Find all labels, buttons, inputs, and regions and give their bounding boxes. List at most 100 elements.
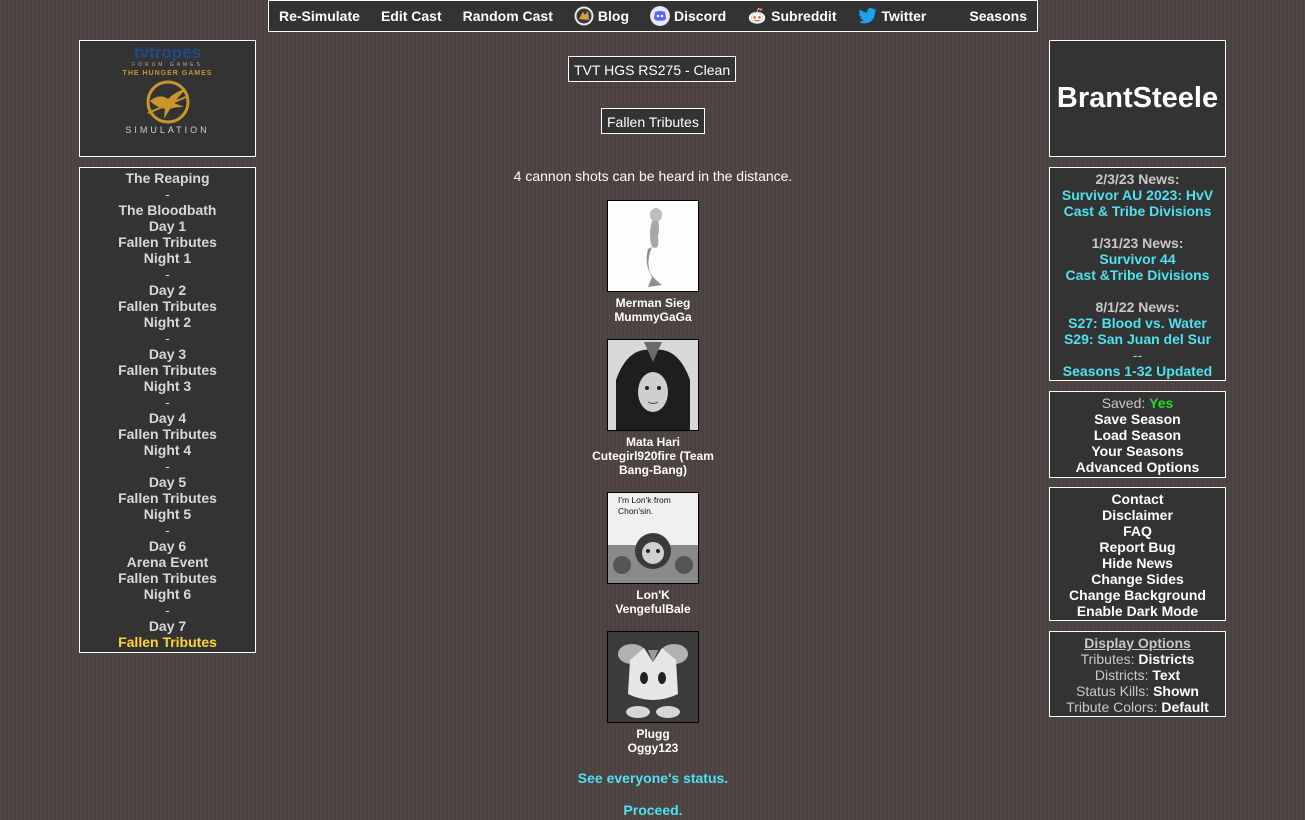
blog-icon — [574, 6, 594, 26]
display-option-row: Districts: Text — [1050, 667, 1225, 683]
twitter-link[interactable]: Twitter — [857, 6, 927, 26]
resimulate-label: Re-Simulate — [279, 8, 360, 24]
blog-label: Blog — [597, 8, 629, 24]
left-nav-item[interactable]: Day 1 — [80, 218, 255, 234]
option-value[interactable]: Default — [1161, 699, 1208, 715]
tribute-card: Merman Sieg MummyGaGa — [270, 200, 1036, 324]
brand-logo[interactable]: BrantSteele — [1049, 40, 1226, 157]
left-nav-item[interactable]: Night 5 — [80, 506, 255, 522]
left-nav-item[interactable]: The Reaping — [80, 170, 255, 186]
save-season-link[interactable]: Save Season — [1050, 411, 1225, 427]
left-nav-item[interactable]: Night 6 — [80, 586, 255, 602]
change-sides-link[interactable]: Change Sides — [1050, 571, 1225, 587]
tribute-portrait — [607, 631, 699, 723]
proceed-link[interactable]: Proceed. — [270, 802, 1036, 818]
hunger-games-text: THE HUNGER GAMES — [122, 70, 213, 77]
mata-hari-portrait-image — [608, 340, 698, 430]
left-nav-item[interactable]: Day 6 — [80, 538, 255, 554]
tribute-card: Plugg Oggy123 — [270, 631, 1036, 755]
tribute-name: Mata Hari — [625, 435, 681, 449]
faq-link[interactable]: FAQ — [1050, 523, 1225, 539]
tribute-portrait — [607, 339, 699, 431]
enable-dark-mode-link[interactable]: Enable Dark Mode — [1050, 603, 1225, 619]
left-nav-item[interactable]: Day 5 — [80, 474, 255, 490]
tribute-card: I'm Lon'k from Chon'sin. Lon'K VengefulB… — [270, 492, 1036, 616]
left-nav-item[interactable]: Night 1 — [80, 250, 255, 266]
reddit-icon — [748, 8, 766, 24]
tribute-player: MummyGaGa — [614, 310, 692, 324]
nav-separator: - — [165, 458, 170, 474]
change-background-link[interactable]: Change Background — [1050, 587, 1225, 603]
seasons-link[interactable]: Seasons — [969, 8, 1027, 24]
news-link[interactable]: Seasons 1-32 Updated — [1050, 363, 1225, 379]
left-nav-item[interactable]: Arena Event — [80, 554, 255, 570]
mockingjay-icon — [146, 80, 189, 124]
edit-cast-label: Edit Cast — [380, 8, 442, 24]
display-option-row: Tributes: Districts — [1050, 651, 1225, 667]
left-nav-item[interactable]: Fallen Tributes — [80, 634, 255, 650]
tribute-card: Mata Hari Cutegirl920fire (Team Bang-Ban… — [270, 339, 1036, 477]
report-bug-link[interactable]: Report Bug — [1050, 539, 1225, 555]
see-status-link[interactable]: See everyone's status. — [270, 770, 1036, 786]
news-link[interactable]: Cast & Tribe Divisions — [1050, 203, 1225, 219]
option-label: Districts: — [1094, 667, 1149, 683]
disclaimer-link[interactable]: Disclaimer — [1050, 507, 1225, 523]
twitter-label: Twitter — [881, 8, 927, 24]
left-nav-item[interactable]: The Bloodbath — [80, 202, 255, 218]
your-seasons-link[interactable]: Your Seasons — [1050, 443, 1225, 459]
left-nav-item[interactable]: Fallen Tributes — [80, 490, 255, 506]
seasons-label: Seasons — [969, 8, 1027, 24]
nav-separator: - — [165, 330, 170, 346]
hide-news-link[interactable]: Hide News — [1050, 555, 1225, 571]
top-nav: Re-Simulate Edit Cast Random Cast Blog D… — [268, 0, 1038, 32]
forum-games-text: FORUM GAMES — [132, 62, 203, 68]
left-nav-item[interactable]: Fallen Tributes — [80, 362, 255, 378]
left-nav-item[interactable]: Night 2 — [80, 314, 255, 330]
left-nav-item[interactable]: Night 4 — [80, 442, 255, 458]
left-nav-item[interactable]: Fallen Tributes — [80, 570, 255, 586]
left-nav-item[interactable]: Fallen Tributes — [80, 298, 255, 314]
left-nav-item[interactable]: Day 7 — [80, 618, 255, 634]
advanced-options-link[interactable]: Advanced Options — [1050, 459, 1225, 475]
random-cast-link[interactable]: Random Cast — [463, 8, 553, 24]
option-value[interactable]: Text — [1152, 667, 1180, 683]
subreddit-label: Subreddit — [771, 8, 837, 24]
contact-link[interactable]: Contact — [1050, 491, 1225, 507]
news-link[interactable]: Survivor AU 2023: HvV — [1050, 187, 1225, 203]
news-date: 8/1/22 News: — [1095, 299, 1180, 315]
left-nav-item[interactable]: Fallen Tributes — [80, 234, 255, 250]
tribute-name: Merman Sieg — [615, 296, 691, 310]
load-season-link[interactable]: Load Season — [1050, 427, 1225, 443]
news-link[interactable]: Survivor 44 — [1050, 251, 1225, 267]
left-nav: The Reaping - The Bloodbath Day 1 Fallen Tri… — [79, 167, 256, 653]
nav-separator: - — [165, 394, 170, 410]
left-nav-item[interactable]: Day 2 — [80, 282, 255, 298]
left-nav-item[interactable]: Day 4 — [80, 410, 255, 426]
tribute-player: Oggy123 — [627, 741, 679, 755]
display-options-panel: Display Options Tributes: Districts Dist… — [1049, 631, 1226, 717]
news-link[interactable]: S27: Blood vs. Water — [1050, 315, 1225, 331]
random-cast-label: Random Cast — [462, 8, 553, 24]
option-value[interactable]: Shown — [1153, 683, 1199, 699]
discord-link[interactable]: Discord — [650, 6, 726, 26]
news-link[interactable]: Cast &Tribe Divisions — [1050, 267, 1225, 283]
left-nav-item[interactable]: Fallen Tributes — [80, 426, 255, 442]
lonk-speech-text: I'm Lon'k from Chon'sin. — [618, 495, 671, 516]
display-options-title[interactable]: Display Options — [1050, 635, 1225, 651]
option-value[interactable]: Districts — [1138, 651, 1194, 667]
discord-icon — [650, 6, 671, 26]
left-nav-item[interactable]: Night 3 — [80, 378, 255, 394]
blog-link[interactable]: Blog — [574, 6, 629, 26]
news-link[interactable]: S29: San Juan del Sur — [1050, 331, 1225, 347]
saved-label: Saved: — [1101, 395, 1146, 411]
save-panel: Saved: Yes Save Season Load Season Your … — [1049, 391, 1226, 478]
news-separator: -- — [1132, 347, 1143, 363]
simulation-logo[interactable]: tvtropes FORUM GAMES THE HUNGER GAMES SI… — [79, 40, 256, 157]
resimulate-link[interactable]: Re-Simulate — [279, 8, 360, 24]
news-panel: 2/3/23 News: Survivor AU 2023: HvV Cast … — [1049, 167, 1226, 381]
edit-cast-link[interactable]: Edit Cast — [381, 8, 442, 24]
left-nav-item[interactable]: Day 3 — [80, 346, 255, 362]
news-date: 2/3/23 News: — [1095, 171, 1180, 187]
tribute-name: Plugg — [636, 727, 670, 741]
subreddit-link[interactable]: Subreddit — [747, 6, 837, 26]
